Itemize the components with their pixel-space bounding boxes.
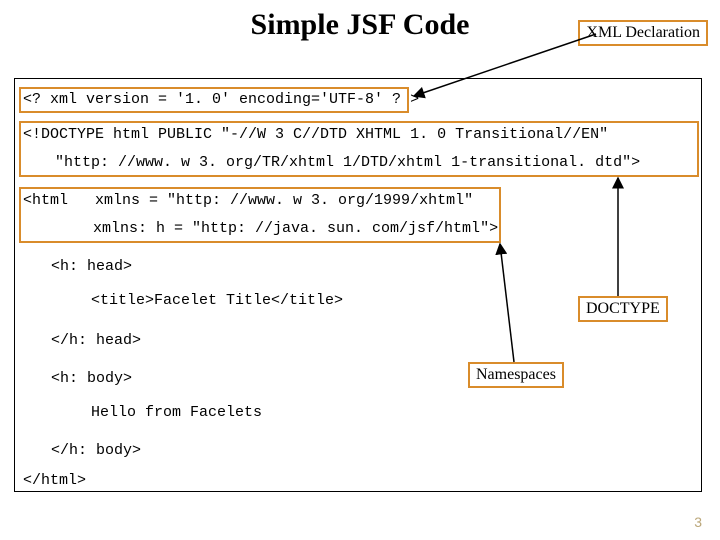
code-line-1: <? xml version = '1. 0' encoding='UTF-8'… [23, 90, 419, 110]
code-line-11: </h: body> [51, 441, 141, 461]
code-line-10: Hello from Facelets [91, 403, 262, 423]
callout-xml-declaration: XML Declaration [578, 20, 708, 46]
code-line-9: <h: body> [51, 369, 132, 389]
code-line-7: <title>Facelet Title</title> [91, 291, 343, 311]
code-line-8: </h: head> [51, 331, 141, 351]
code-box: <? xml version = '1. 0' encoding='UTF-8'… [14, 78, 702, 492]
code-line-2: <!DOCTYPE html PUBLIC "-//W 3 C//DTD XHT… [23, 125, 608, 145]
code-line-4: <html xmlns = "http: //www. w 3. org/199… [23, 191, 473, 211]
callout-namespaces: Namespaces [468, 362, 564, 388]
code-line-5: xmlns: h = "http: //java. sun. com/jsf/h… [93, 219, 498, 239]
code-line-6: <h: head> [51, 257, 132, 277]
page-number: 3 [694, 514, 702, 530]
code-line-12: </html> [23, 471, 86, 491]
code-line-3: "http: //www. w 3. org/TR/xhtml 1/DTD/xh… [55, 153, 640, 173]
callout-doctype: DOCTYPE [578, 296, 668, 322]
slide: Simple JSF Code XML Declaration <? xml v… [0, 0, 720, 540]
